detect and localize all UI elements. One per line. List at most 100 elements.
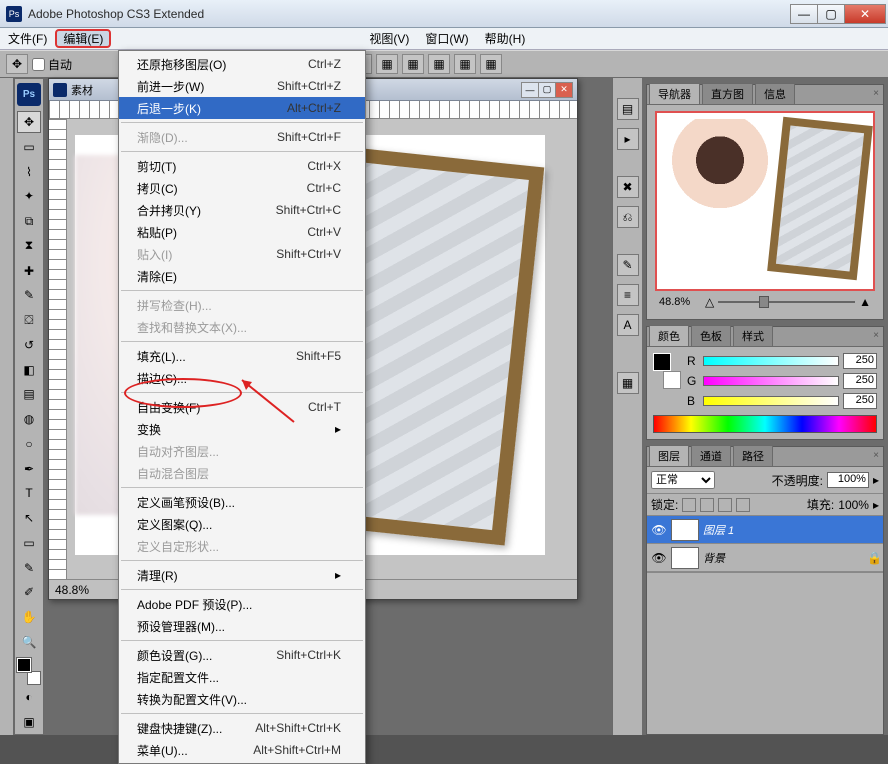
menu-item[interactable]: 后退一步(K)Alt+Ctrl+Z	[119, 97, 365, 119]
eraser-tool[interactable]: ◧	[17, 358, 41, 381]
blend-mode-select[interactable]: 正常	[651, 471, 715, 489]
panel-close-icon[interactable]: ×	[873, 450, 879, 461]
menu-help[interactable]: 帮助(H)	[477, 28, 534, 49]
opacity-flyout-icon[interactable]: ▸	[873, 473, 879, 487]
menu-view[interactable]: 视图(V)	[361, 28, 417, 49]
menu-item[interactable]: 合并拷贝(Y)Shift+Ctrl+C	[119, 199, 365, 221]
menu-file[interactable]: 文件(F)	[0, 28, 55, 49]
b-value[interactable]: 250	[843, 393, 877, 409]
lock-all-icon[interactable]	[736, 498, 750, 512]
layer-row[interactable]: 👁 图层 1	[647, 516, 883, 544]
b-slider[interactable]	[703, 396, 839, 406]
doc-minimize-button[interactable]: —	[521, 82, 539, 98]
stamp-tool[interactable]: ⛋	[17, 309, 41, 332]
tab-paths[interactable]: 路径	[733, 445, 773, 466]
tab-styles[interactable]: 样式	[733, 325, 773, 346]
dock-icon-6[interactable]: ≡	[617, 284, 639, 306]
gradient-tool[interactable]: ▤	[17, 383, 41, 406]
shape-tool[interactable]: ▭	[17, 531, 41, 554]
panel-close-icon[interactable]: ×	[873, 88, 879, 99]
menu-window[interactable]: 窗口(W)	[417, 28, 476, 49]
tab-color[interactable]: 颜色	[649, 325, 689, 346]
heal-tool[interactable]: ✚	[17, 259, 41, 282]
window-minimize-button[interactable]: —	[790, 4, 818, 24]
auto-select-checkbox[interactable]	[32, 58, 45, 71]
menu-item[interactable]: 剪切(T)Ctrl+X	[119, 155, 365, 177]
history-brush-tool[interactable]: ↺	[17, 333, 41, 356]
menu-item[interactable]: 菜单(U)...Alt+Shift+Ctrl+M	[119, 739, 365, 761]
menu-item[interactable]: 拷贝(C)Ctrl+C	[119, 177, 365, 199]
navigator-thumbnail[interactable]	[655, 111, 875, 291]
dock-icon-5[interactable]: ✎	[617, 254, 639, 276]
window-maximize-button[interactable]: ▢	[817, 4, 845, 24]
menu-item[interactable]: 键盘快捷键(Z)...Alt+Shift+Ctrl+K	[119, 717, 365, 739]
dock-icon-4[interactable]: ⎌	[617, 206, 639, 228]
menu-item[interactable]: 清除(E)	[119, 265, 365, 287]
lasso-tool[interactable]: ⌇	[17, 160, 41, 183]
menu-item[interactable]: 前进一步(W)Shift+Ctrl+Z	[119, 75, 365, 97]
layer-thumbnail[interactable]	[671, 519, 699, 541]
foreground-color-swatch[interactable]	[17, 658, 31, 672]
menu-item[interactable]: 描边(S)...	[119, 367, 365, 389]
tab-channels[interactable]: 通道	[691, 445, 731, 466]
menu-edit[interactable]: 编辑(E)	[55, 29, 111, 48]
dock-icon-7[interactable]: A	[617, 314, 639, 336]
dock-icon-2[interactable]: ▸	[617, 128, 639, 150]
opacity-value[interactable]: 100%	[827, 472, 869, 488]
slice-tool[interactable]: ⧗	[17, 234, 41, 257]
notes-tool[interactable]: ✎	[17, 556, 41, 579]
lock-position-icon[interactable]	[718, 498, 732, 512]
menu-item[interactable]: 转换为配置文件(V)...	[119, 688, 365, 710]
pen-tool[interactable]: ✒	[17, 457, 41, 480]
eyedropper-tool[interactable]: ✐	[17, 581, 41, 604]
menu-item[interactable]: 定义画笔预设(B)...	[119, 491, 365, 513]
align-right-icon[interactable]: ▦	[402, 54, 424, 74]
move-tool-icon[interactable]: ✥	[6, 54, 28, 74]
panel-close-icon[interactable]: ×	[873, 330, 879, 341]
tab-info[interactable]: 信息	[755, 83, 795, 104]
screenmode-toggle[interactable]: ▣	[17, 710, 41, 733]
lock-transparent-icon[interactable]	[682, 498, 696, 512]
distribute-icon[interactable]: ▦	[428, 54, 450, 74]
tab-histogram[interactable]: 直方图	[702, 83, 753, 104]
vertical-ruler[interactable]	[49, 119, 67, 579]
move-tool[interactable]: ✥	[17, 111, 41, 134]
lock-image-icon[interactable]	[700, 498, 714, 512]
r-value[interactable]: 250	[843, 353, 877, 369]
crop-tool[interactable]: ⧉	[17, 210, 41, 233]
menu-item[interactable]: 粘贴(P)Ctrl+V	[119, 221, 365, 243]
color-spectrum[interactable]	[653, 415, 877, 433]
dock-icon-8[interactable]: ▦	[617, 372, 639, 394]
menu-item[interactable]: 颜色设置(G)...Shift+Ctrl+K	[119, 644, 365, 666]
tab-swatches[interactable]: 色板	[691, 325, 731, 346]
window-close-button[interactable]: ✕	[844, 4, 886, 24]
menu-item[interactable]: 指定配置文件...	[119, 666, 365, 688]
zoom-in-icon[interactable]: ▲	[859, 295, 871, 309]
zoom-tool[interactable]: 🔍	[17, 630, 41, 653]
dock-icon-1[interactable]: ▤	[617, 98, 639, 120]
quickmask-toggle[interactable]: ◐	[17, 686, 41, 709]
color-swatches[interactable]	[17, 658, 41, 684]
brush-tool[interactable]: ✎	[17, 284, 41, 307]
doc-maximize-button[interactable]: ▢	[538, 82, 556, 98]
layer-name[interactable]: 图层 1	[703, 522, 879, 538]
align-center-icon[interactable]: ▦	[376, 54, 398, 74]
menu-item[interactable]: 清理(R)▸	[119, 564, 365, 586]
fill-value[interactable]: 100%	[838, 498, 869, 512]
visibility-icon[interactable]: 👁	[651, 523, 667, 537]
blur-tool[interactable]: ◍	[17, 408, 41, 431]
tool-presets-collapsed[interactable]	[0, 78, 14, 735]
zoom-out-icon[interactable]: △	[705, 295, 714, 309]
fill-flyout-icon[interactable]: ▸	[873, 498, 879, 512]
menu-item[interactable]: 预设管理器(M)...	[119, 615, 365, 637]
type-tool[interactable]: T	[17, 482, 41, 505]
background-color-swatch[interactable]	[27, 671, 41, 685]
menu-item[interactable]: 填充(L)...Shift+F5	[119, 345, 365, 367]
dodge-tool[interactable]: ○	[17, 432, 41, 455]
navigator-zoom-value[interactable]: 48.8%	[659, 296, 701, 308]
menu-item[interactable]: 自由变换(F)Ctrl+T	[119, 396, 365, 418]
menu-item[interactable]: Adobe PDF 预设(P)...	[119, 593, 365, 615]
path-tool[interactable]: ↖	[17, 507, 41, 530]
hand-tool[interactable]: ✋	[17, 606, 41, 629]
tab-navigator[interactable]: 导航器	[649, 83, 700, 104]
